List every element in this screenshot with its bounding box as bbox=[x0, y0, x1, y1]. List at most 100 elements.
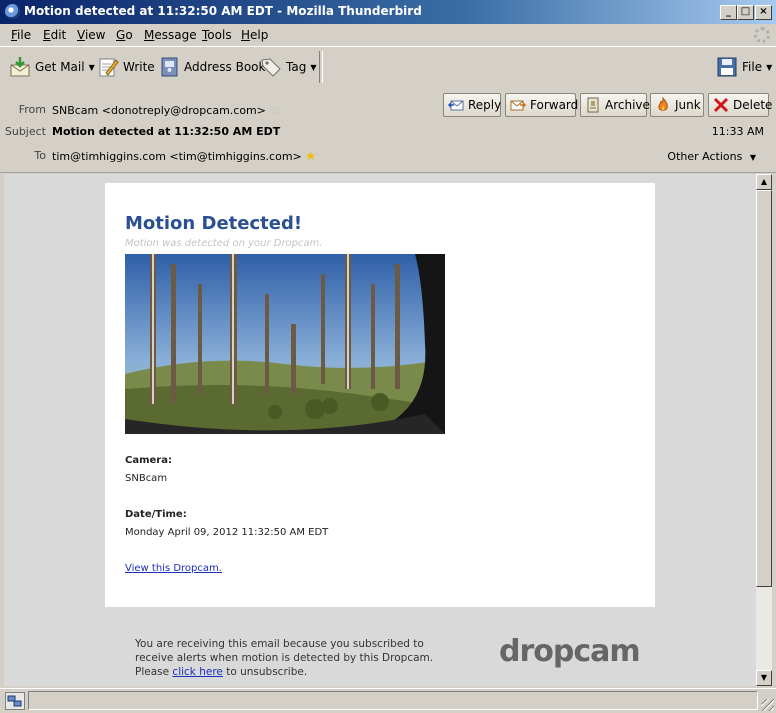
tag-dropdown-icon[interactable]: ▼ bbox=[310, 63, 316, 72]
from-value[interactable]: SNBcam <donotreply@dropcam.com> ☆ bbox=[52, 103, 280, 117]
menu-edit[interactable]: Edit bbox=[43, 28, 66, 42]
close-button[interactable]: × bbox=[755, 5, 772, 20]
menu-edit-rest: dit bbox=[50, 28, 67, 42]
menu-file[interactable]: File bbox=[11, 28, 31, 42]
menu-tools-rest: ools bbox=[207, 28, 232, 42]
junk-button[interactable]: Junk bbox=[650, 93, 704, 117]
tag-button[interactable]: Tag ▼ bbox=[260, 55, 316, 79]
menu-view-accel: V bbox=[77, 28, 85, 42]
archive-button[interactable]: Archive bbox=[580, 93, 650, 117]
scrollbar-thumb[interactable] bbox=[756, 190, 772, 587]
address-book-button[interactable]: Address Book bbox=[158, 55, 265, 79]
tag-label: Tag bbox=[286, 60, 307, 74]
menu-view[interactable]: View bbox=[77, 28, 105, 42]
reply-button[interactable]: Reply bbox=[443, 93, 501, 117]
flame-icon bbox=[655, 96, 671, 113]
menu-message-rest: essage bbox=[154, 28, 197, 42]
datetime-label: Date/Time: bbox=[125, 509, 187, 520]
forward-button[interactable]: Forward bbox=[505, 93, 579, 117]
forward-icon bbox=[510, 97, 527, 113]
floppy-disk-icon bbox=[716, 56, 738, 78]
from-address[interactable]: SNBcam <donotreply@dropcam.com> bbox=[52, 104, 266, 117]
to-value[interactable]: tim@timhiggins.com <tim@timhiggins.com> … bbox=[52, 149, 316, 163]
subject-value: Motion detected at 11:32:50 AM EDT bbox=[52, 125, 281, 138]
menu-go-accel: G bbox=[116, 28, 126, 42]
menu-edit-accel: E bbox=[43, 28, 51, 42]
forest-snapshot-graphic bbox=[125, 254, 445, 434]
forward-label: Forward bbox=[530, 98, 579, 112]
resize-grip-icon[interactable] bbox=[762, 699, 774, 711]
camera-label: Camera: bbox=[125, 455, 172, 466]
menu-go[interactable]: Go bbox=[116, 28, 133, 42]
scroll-up-arrow-icon[interactable]: ▲ bbox=[756, 174, 772, 190]
toolbar-separator bbox=[319, 51, 323, 83]
menu-help-accel: H bbox=[241, 28, 251, 42]
file-dropdown-icon[interactable]: ▼ bbox=[766, 63, 772, 72]
file-label: File bbox=[742, 60, 763, 74]
unsubscribe-footer: You are receiving this email because you… bbox=[135, 637, 455, 679]
motion-heading: Motion Detected! bbox=[125, 213, 303, 234]
message-body-pane[interactable]: Motion Detected! Motion was detected on … bbox=[4, 174, 756, 686]
menu-message[interactable]: Message bbox=[144, 28, 197, 42]
thunderbird-app-icon[interactable] bbox=[5, 4, 20, 19]
menu-view-rest: iew bbox=[84, 28, 106, 42]
write-label: Write bbox=[123, 60, 155, 74]
menu-go-rest: o bbox=[125, 28, 133, 42]
tag-icon bbox=[260, 56, 282, 78]
reply-icon bbox=[447, 97, 464, 113]
footer-line: You are receiving this email because you… bbox=[135, 638, 434, 664]
activity-throbber-icon bbox=[754, 27, 770, 43]
motion-subheading: Motion was detected on your Dropcam. bbox=[125, 238, 323, 249]
star-filled-icon[interactable]: ★ bbox=[305, 149, 316, 163]
archive-label: Archive bbox=[605, 98, 650, 112]
dropcam-logo: dropcam bbox=[499, 634, 641, 669]
from-label: From bbox=[18, 103, 46, 116]
delete-button[interactable]: Delete bbox=[708, 93, 772, 117]
message-header: From SNBcam <donotreply@dropcam.com> ☆ S… bbox=[0, 87, 776, 173]
menu-tools[interactable]: Tools bbox=[202, 28, 232, 42]
star-icon[interactable]: ☆ bbox=[269, 103, 280, 117]
view-dropcam-link[interactable]: View this Dropcam. bbox=[125, 563, 222, 574]
menu-help-rest: elp bbox=[250, 28, 269, 42]
menu-bar: File Edit View Go Message Tools Help bbox=[0, 24, 776, 46]
footer-end: to unsubscribe. bbox=[226, 666, 308, 678]
menu-message-accel: M bbox=[144, 28, 155, 42]
menu-file-rest: ile bbox=[17, 28, 32, 42]
write-icon bbox=[97, 56, 119, 78]
title-bar[interactable]: Motion detected at 11:32:50 AM EDT - Moz… bbox=[0, 0, 776, 24]
footer-please: Please bbox=[135, 666, 170, 678]
unsubscribe-link[interactable]: click here bbox=[172, 666, 222, 678]
get-mail-button[interactable]: Get Mail ▼ bbox=[9, 55, 95, 79]
main-toolbar: Get Mail ▼ Write Address Book Tag ▼ File… bbox=[0, 46, 776, 88]
address-book-label: Address Book bbox=[184, 60, 266, 74]
get-mail-label: Get Mail bbox=[35, 60, 85, 74]
to-label: To bbox=[34, 149, 46, 162]
address-book-icon bbox=[158, 56, 180, 78]
to-address[interactable]: tim@timhiggins.com <tim@timhiggins.com> bbox=[52, 150, 302, 163]
vertical-scrollbar[interactable]: ▲ ▼ bbox=[756, 174, 772, 686]
menu-help[interactable]: Help bbox=[241, 28, 268, 42]
camera-value: SNBcam bbox=[125, 473, 168, 484]
online-status-icon[interactable] bbox=[5, 692, 25, 710]
get-mail-dropdown-icon[interactable]: ▼ bbox=[89, 63, 95, 72]
other-actions-label: Other Actions bbox=[667, 150, 743, 163]
status-text-field bbox=[28, 691, 758, 710]
archive-icon bbox=[585, 97, 601, 113]
get-mail-icon bbox=[9, 56, 31, 78]
other-actions-dropdown-icon: ▼ bbox=[749, 153, 756, 162]
junk-label: Junk bbox=[675, 98, 701, 112]
maximize-button[interactable]: □ bbox=[737, 5, 754, 20]
minimize-button[interactable]: _ bbox=[720, 5, 737, 20]
file-button[interactable]: File ▼ bbox=[716, 55, 772, 79]
datetime-value: Monday April 09, 2012 11:32:50 AM EDT bbox=[125, 527, 329, 538]
scroll-down-arrow-icon[interactable]: ▼ bbox=[756, 670, 772, 686]
other-actions-button[interactable]: Other Actions ▼ bbox=[667, 150, 756, 163]
write-button[interactable]: Write bbox=[97, 55, 155, 79]
camera-snapshot-image[interactable] bbox=[125, 254, 445, 434]
thunderbird-window: Motion detected at 11:32:50 AM EDT - Moz… bbox=[0, 0, 776, 713]
delete-x-icon bbox=[713, 97, 729, 113]
reply-label: Reply bbox=[468, 98, 502, 112]
window-title: Motion detected at 11:32:50 AM EDT - Moz… bbox=[24, 4, 422, 18]
email-card: Motion Detected! Motion was detected on … bbox=[105, 183, 655, 607]
status-bar bbox=[0, 688, 776, 713]
